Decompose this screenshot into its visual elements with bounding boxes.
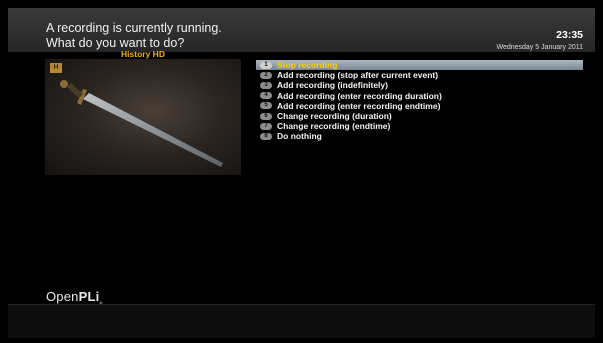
screen: A recording is currently running. What d… xyxy=(0,0,603,343)
recording-options-menu: 1 Stop recording 2 Add recording (stop a… xyxy=(256,60,583,142)
menu-item-add-recording-indefinitely[interactable]: 3 Add recording (indefinitely) xyxy=(256,80,583,90)
sword-image xyxy=(60,80,223,167)
menu-item-label: Do nothing xyxy=(277,131,322,142)
menu-item-change-recording-duration[interactable]: 6 Change recording (duration) xyxy=(256,111,583,121)
clock-date: Wednesday 5 January 2011 xyxy=(496,44,583,51)
menu-item-label: Add recording (indefinitely) xyxy=(277,80,388,91)
key-3-icon: 3 xyxy=(260,81,272,89)
menu-item-label: Change recording (duration) xyxy=(277,111,392,122)
clock-time: 23:35 xyxy=(556,29,583,41)
menu-item-stop-recording[interactable]: 1 Stop recording xyxy=(256,60,583,71)
dialog-header: A recording is currently running. What d… xyxy=(8,8,595,52)
dialog-title: A recording is currently running. What d… xyxy=(46,21,222,50)
key-2-icon: 2 xyxy=(260,71,272,79)
channel-name: History HD xyxy=(121,49,165,59)
footer-bar xyxy=(8,304,595,338)
brand-name-light: Open xyxy=(46,289,79,304)
menu-item-add-recording-duration[interactable]: 4 Add recording (enter recording duratio… xyxy=(256,91,583,101)
menu-item-label: Add recording (stop after current event) xyxy=(277,70,439,81)
key-4-icon: 4 xyxy=(260,92,272,100)
menu-item-label: Add recording (enter recording endtime) xyxy=(277,100,441,111)
key-8-icon: 8 xyxy=(260,132,272,140)
key-6-icon: 6 xyxy=(260,112,272,120)
key-1-icon: 1 xyxy=(260,61,272,69)
menu-item-label: Add recording (enter recording duration) xyxy=(277,90,442,101)
key-7-icon: 7 xyxy=(260,122,272,130)
key-5-icon: 5 xyxy=(260,102,272,110)
menu-item-label: Stop recording xyxy=(277,60,338,71)
menu-item-label: Change recording (endtime) xyxy=(277,121,391,132)
menu-item-add-recording-endtime[interactable]: 5 Add recording (enter recording endtime… xyxy=(256,101,583,111)
tv-preview: H xyxy=(45,59,241,175)
menu-item-change-recording-endtime[interactable]: 7 Change recording (endtime) xyxy=(256,121,583,131)
menu-item-do-nothing[interactable]: 8 Do nothing xyxy=(256,131,583,141)
brand-name-bold: PLi xyxy=(78,289,100,304)
menu-item-add-recording-current-event[interactable]: 2 Add recording (stop after current even… xyxy=(256,70,583,80)
